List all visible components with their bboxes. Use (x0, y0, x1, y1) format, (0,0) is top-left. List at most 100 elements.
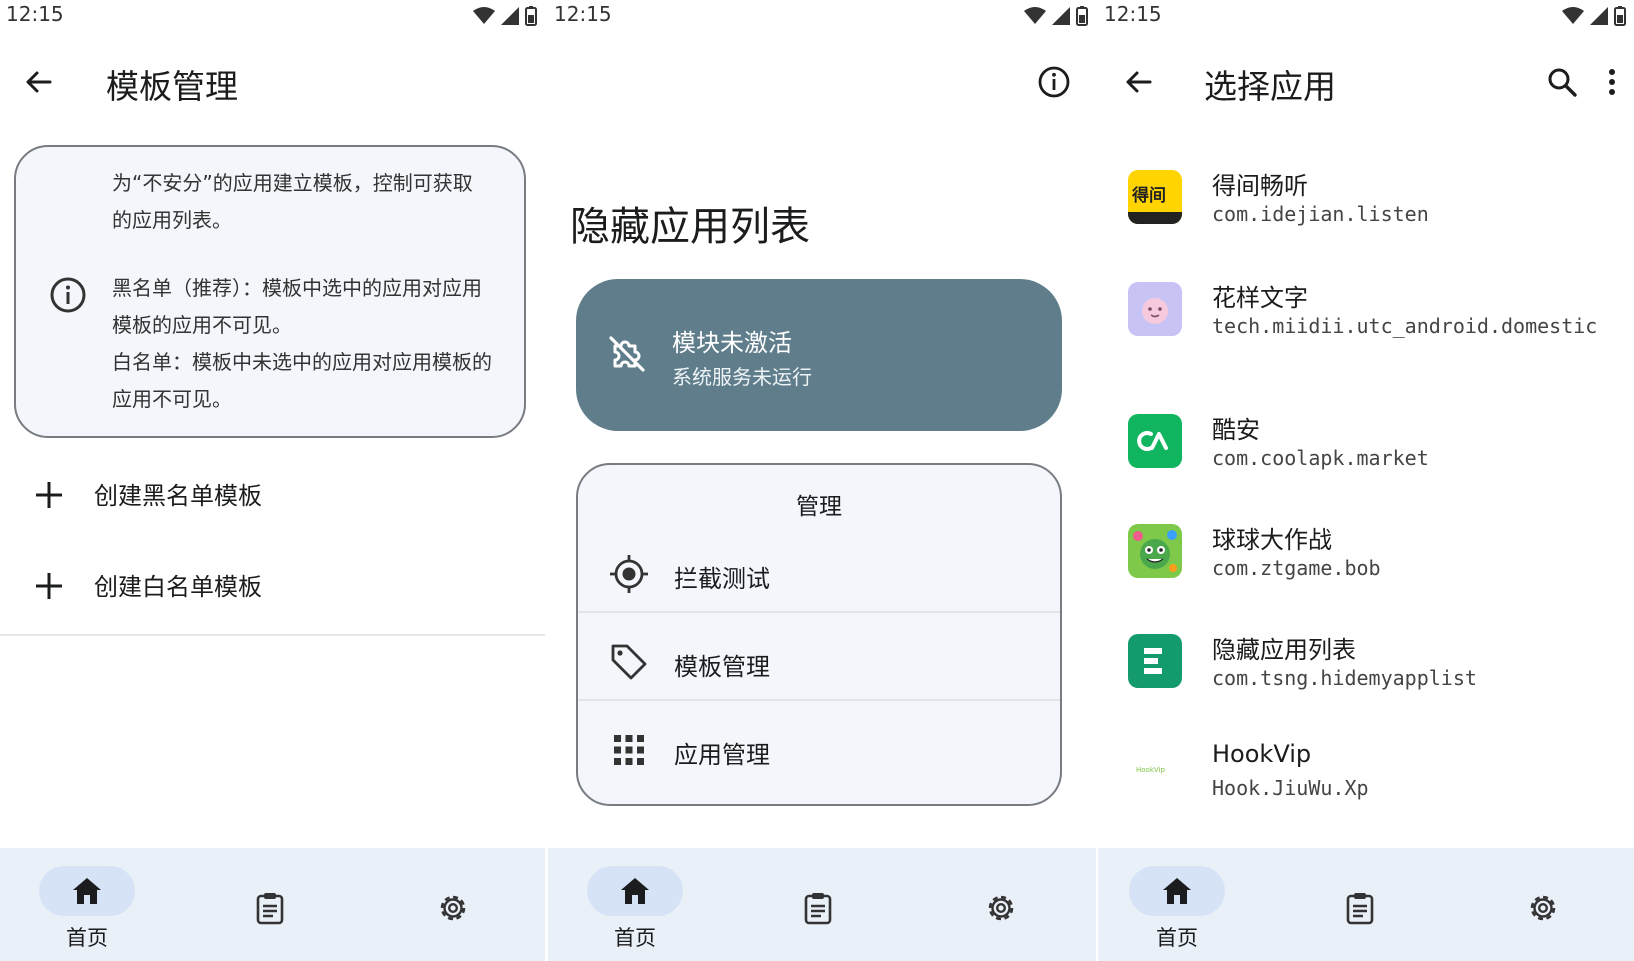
clipboard-icon (1346, 893, 1374, 925)
more-vert-icon[interactable] (1592, 62, 1632, 102)
signal-icon (1052, 7, 1070, 25)
signal-icon (1590, 7, 1608, 25)
app-management-item[interactable]: 应用管理 (578, 705, 1060, 797)
status-time: 12:15 (554, 2, 612, 26)
app-package: com.tsng.hidemyapplist (1212, 666, 1477, 690)
app-package: com.coolapk.market (1212, 446, 1429, 470)
battery-icon (1076, 6, 1088, 26)
tag-icon (611, 644, 647, 680)
nav-home-label: 首页 (66, 926, 108, 950)
wifi-icon (1024, 7, 1046, 24)
intercept-test-item[interactable]: 拦截测试 (578, 529, 1060, 621)
wifi-icon (473, 7, 495, 24)
nav-settings[interactable] (941, 848, 1061, 961)
clipboard-icon (256, 893, 284, 925)
nav-home[interactable]: 首页 (27, 848, 147, 961)
home-icon (73, 878, 101, 904)
app-package: Hook.JiuWu.Xp (1212, 776, 1369, 800)
intercept-test-label: 拦截测试 (674, 565, 770, 593)
bottom-navigation: 首页 (0, 848, 545, 961)
app-icon-hookvip: HookVip (1128, 744, 1182, 798)
management-title: 管理 (796, 494, 842, 520)
signal-icon (501, 7, 519, 25)
bottom-navigation: 首页 (548, 848, 1096, 961)
info-card: 为“不安分”的应用建立模板，控制可获取的应用列表。 黑名单（推荐）：模板中选中的… (14, 145, 526, 438)
app-list-item[interactable]: HookVip HookVip Hook.JiuWu.Xp (1098, 726, 1634, 836)
nav-home[interactable]: 首页 (575, 848, 695, 961)
extension-off-icon (609, 336, 645, 372)
nav-home-label: 首页 (1156, 926, 1198, 950)
module-status-title: 模块未激活 (672, 329, 792, 357)
bottom-navigation: 首页 (1098, 848, 1634, 961)
app-icon-hidemyapplist (1128, 634, 1182, 688)
divider (0, 634, 545, 636)
template-management-label: 模板管理 (674, 653, 770, 681)
back-arrow-icon[interactable] (18, 62, 58, 102)
app-list-item[interactable]: 隐藏应用列表 com.tsng.hidemyapplist (1098, 616, 1634, 726)
nav-logs[interactable] (758, 848, 878, 961)
status-time: 12:15 (6, 2, 64, 26)
app-icon-qiuqiu (1128, 524, 1182, 578)
battery-icon (525, 6, 537, 26)
app-icon-huayang (1128, 282, 1182, 336)
app-name: 隐藏应用列表 (1212, 636, 1356, 664)
page-title: 选择应用 (1204, 67, 1336, 106)
page-title: 模板管理 (106, 67, 238, 106)
app-name: 花样文字 (1212, 284, 1308, 312)
gear-icon (440, 895, 466, 921)
app-package: tech.miidii.utc_android.domestic (1212, 314, 1598, 338)
divider (578, 611, 1060, 613)
screen-select-app: 12:15 选择应用 得间 得间畅听 com.idejian.listen 花样… (1098, 0, 1634, 961)
nav-logs[interactable] (1300, 848, 1420, 961)
screen-home: 12:15 隐藏应用列表 模块未激活 系统服务未运行 管理 拦截测试 模板管理 (548, 0, 1096, 961)
app-package: com.idejian.listen (1212, 202, 1429, 226)
apps-grid-icon (614, 735, 644, 765)
app-name: 酷安 (1212, 416, 1260, 444)
app-name: 得间畅听 (1212, 172, 1308, 200)
divider (578, 699, 1060, 701)
plus-icon (36, 573, 62, 599)
app-icon-coolapk (1128, 414, 1182, 468)
status-icons (1562, 6, 1626, 26)
home-icon (621, 878, 649, 904)
target-icon (610, 555, 648, 593)
management-card: 管理 拦截测试 模板管理 应用管理 (576, 463, 1062, 806)
create-blacklist-label: 创建黑名单模板 (94, 482, 262, 510)
top-app-bar (548, 50, 1096, 114)
clipboard-icon (804, 893, 832, 925)
app-icon-dejian: 得间 (1128, 170, 1182, 224)
app-list-item[interactable]: 花样文字 tech.miidii.utc_android.domestic (1098, 264, 1634, 374)
create-whitelist-label: 创建白名单模板 (94, 573, 262, 601)
status-bar: 12:15 (548, 0, 1096, 30)
top-app-bar: 选择应用 (1098, 50, 1634, 114)
nav-home[interactable]: 首页 (1117, 848, 1237, 961)
app-list-item[interactable]: 得间 得间畅听 com.idejian.listen (1098, 152, 1634, 262)
back-arrow-icon[interactable] (1118, 62, 1158, 102)
status-icons (1024, 6, 1088, 26)
top-app-bar: 模板管理 (0, 50, 545, 114)
app-list-item[interactable]: 球球大作战 com.ztgame.bob (1098, 506, 1634, 616)
battery-icon (1614, 6, 1626, 26)
nav-settings[interactable] (393, 848, 513, 961)
create-blacklist-template-button[interactable]: 创建黑名单模板 (0, 456, 545, 536)
nav-settings[interactable] (1483, 848, 1603, 961)
module-status-card[interactable]: 模块未激活 系统服务未运行 (576, 279, 1062, 431)
create-whitelist-template-button[interactable]: 创建白名单模板 (0, 547, 545, 627)
nav-logs[interactable] (210, 848, 330, 961)
status-bar: 12:15 (1098, 0, 1634, 30)
screen-template-management: 12:15 模板管理 为“不安分”的应用建立模板，控制可获取的应用列表。 黑名单… (0, 0, 545, 961)
info-icon (50, 277, 86, 313)
module-status-subtitle: 系统服务未运行 (672, 365, 812, 389)
app-list-item[interactable]: 酷安 com.coolapk.market (1098, 396, 1634, 506)
status-icons (473, 6, 537, 26)
plus-icon (36, 482, 62, 508)
template-management-item[interactable]: 模板管理 (578, 617, 1060, 709)
gear-icon (1530, 895, 1556, 921)
search-icon[interactable] (1542, 62, 1582, 102)
wifi-icon (1562, 7, 1584, 24)
gear-icon (988, 895, 1014, 921)
home-icon (1163, 878, 1191, 904)
app-management-label: 应用管理 (674, 741, 770, 769)
app-name: 球球大作战 (1212, 526, 1332, 554)
info-icon[interactable] (1034, 62, 1074, 102)
